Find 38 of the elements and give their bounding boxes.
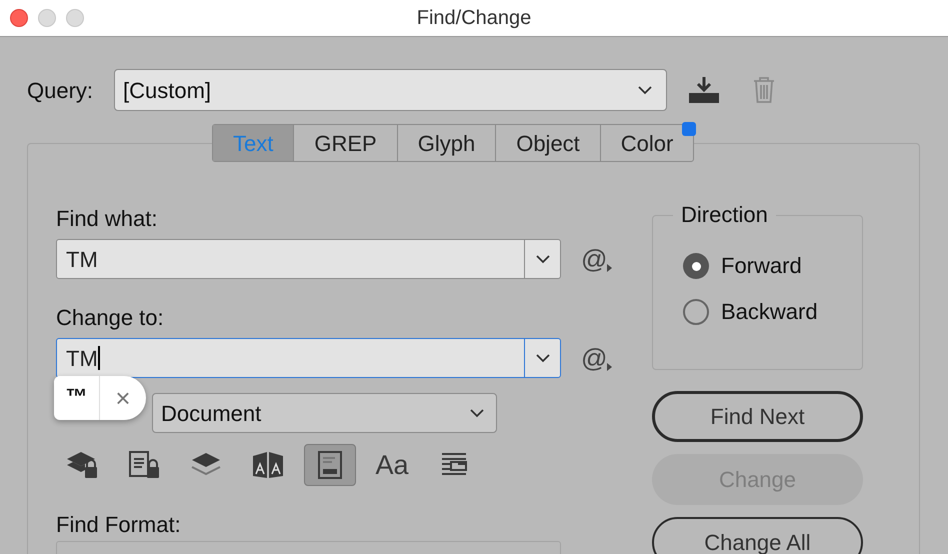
save-query-icon[interactable] [688, 76, 720, 104]
chevron-down-icon [470, 408, 484, 418]
radio-label: Backward [721, 298, 818, 326]
window-title: Find/Change [416, 6, 532, 31]
special-characters-button[interactable]: @ [581, 343, 612, 373]
chevron-down-icon [536, 254, 550, 264]
text-input-field[interactable]: TM [56, 239, 561, 279]
facing-pages-icon [251, 450, 285, 480]
tab[interactable]: Color [600, 125, 694, 161]
input-value: TM [65, 246, 99, 274]
search-dropdown[interactable]: Document [152, 393, 497, 433]
action-button[interactable]: Find Next [652, 391, 863, 442]
page-footnote-icon [315, 450, 345, 480]
option-toggle-button[interactable]: Aa [366, 444, 418, 486]
chevron-down-icon [536, 354, 550, 362]
tab[interactable]: GREP [293, 125, 397, 161]
radio-button[interactable] [683, 253, 709, 279]
find-what-label: Find what: [56, 205, 158, 230]
close-window-button[interactable] [10, 9, 28, 27]
query-label: Query: [27, 76, 94, 105]
find-format-label: Find Format: [56, 511, 182, 536]
tab[interactable]: Glyph [396, 125, 496, 161]
query-dropdown[interactable]: [Custom] [114, 69, 667, 111]
triangle-icon [607, 363, 612, 371]
option-toggle-button[interactable] [304, 444, 356, 486]
document-lock-icon [127, 450, 161, 480]
triangle-icon [607, 264, 612, 272]
text-input-field[interactable]: TM [56, 338, 561, 378]
close-suggestion-button[interactable]: × [100, 376, 146, 420]
input-value: TM [65, 344, 101, 372]
special-characters-button[interactable]: @ [581, 244, 612, 274]
layers-lock-icon [65, 450, 99, 480]
radio-label: Forward [721, 252, 802, 280]
case-sensitive-label: Aa [375, 452, 409, 478]
change-to-label: Change to: [56, 304, 165, 329]
tab[interactable]: Object [495, 125, 600, 161]
radio-button[interactable] [683, 299, 709, 325]
chevron-down-icon [638, 86, 652, 94]
